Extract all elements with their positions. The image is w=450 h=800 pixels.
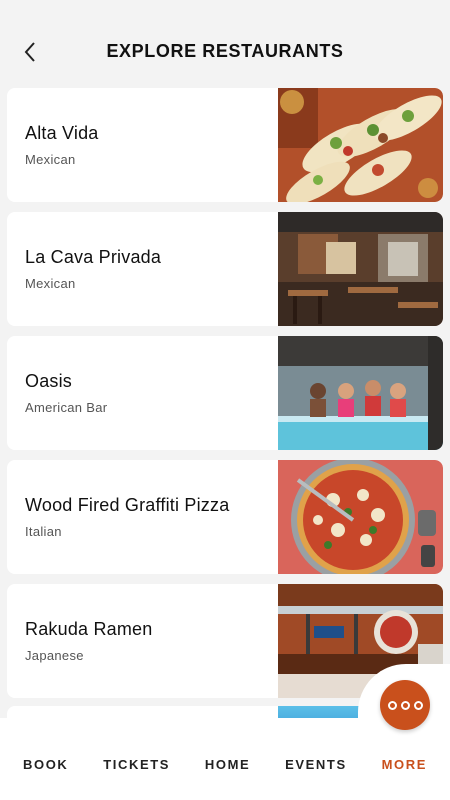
restaurant-card-alta-vida[interactable]: Alta Vida Mexican xyxy=(7,88,443,202)
restaurant-cuisine: Mexican xyxy=(25,276,76,291)
restaurant-name: Wood Fired Graffiti Pizza xyxy=(25,495,230,515)
restaurant-cuisine: American Bar xyxy=(25,400,108,415)
card-text: Oasis American Bar xyxy=(7,336,278,450)
restaurant-name: Oasis xyxy=(25,371,73,391)
page-title: EXPLORE RESTAURANTS xyxy=(106,40,344,61)
restaurant-card-la-cava-privada[interactable]: La Cava Privada Mexican xyxy=(7,212,443,326)
restaurant-card-wood-fired-graffiti-pizza[interactable]: Wood Fired Graffiti Pizza Italian xyxy=(7,460,443,574)
more-menu-button[interactable] xyxy=(380,680,430,730)
more-dots-icon xyxy=(387,700,423,710)
nav-events[interactable]: EVENTS xyxy=(285,757,347,772)
card-text: La Cava Privada Mexican xyxy=(7,212,278,326)
restaurant-cuisine: Japanese xyxy=(25,648,84,663)
nav-home[interactable]: HOME xyxy=(205,757,250,772)
restaurant-photo xyxy=(278,212,443,326)
restaurant-card-oasis[interactable]: Oasis American Bar xyxy=(7,336,443,450)
restaurant-photo xyxy=(278,460,443,574)
nav-book[interactable]: BOOK xyxy=(23,757,68,772)
restaurant-cuisine: Mexican xyxy=(25,152,76,167)
restaurant-name: Rakuda Ramen xyxy=(25,619,153,639)
card-text: Alta Vida Mexican xyxy=(7,88,278,202)
nav-tickets[interactable]: TICKETS xyxy=(103,757,170,772)
chevron-left-icon xyxy=(24,42,35,62)
restaurant-photo xyxy=(278,88,443,202)
card-text: Rakuda Ramen Japanese xyxy=(7,584,278,698)
restaurant-name: La Cava Privada xyxy=(25,247,162,267)
card-text: Wood Fired Graffiti Pizza Italian xyxy=(7,460,278,574)
header: EXPLORE RESTAURANTS xyxy=(0,0,450,84)
restaurant-photo xyxy=(278,336,443,450)
restaurant-cuisine: Italian xyxy=(25,524,62,539)
restaurant-name: Alta Vida xyxy=(25,123,99,143)
restaurant-list: Alta Vida Mexican La Cava Privada Mexica… xyxy=(7,88,443,708)
back-button[interactable] xyxy=(18,38,42,66)
nav-more[interactable]: MORE xyxy=(382,757,427,772)
